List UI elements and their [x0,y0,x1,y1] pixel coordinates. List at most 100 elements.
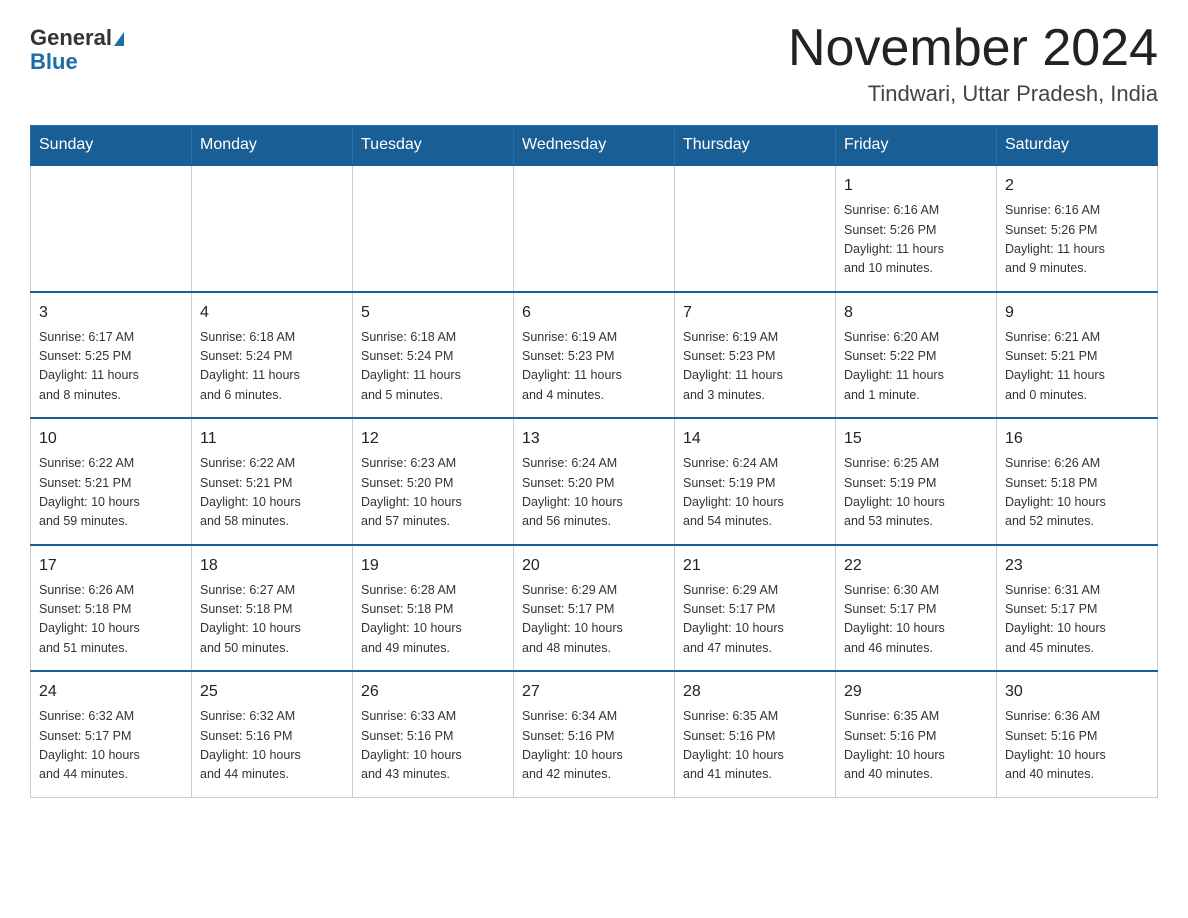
day-info: Sunrise: 6:19 AMSunset: 5:23 PMDaylight:… [522,328,666,406]
day-info: Sunrise: 6:32 AMSunset: 5:16 PMDaylight:… [200,707,344,785]
day-info: Sunrise: 6:28 AMSunset: 5:18 PMDaylight:… [361,581,505,659]
day-info: Sunrise: 6:31 AMSunset: 5:17 PMDaylight:… [1005,581,1149,659]
week-row-5: 24 Sunrise: 6:32 AMSunset: 5:17 PMDayligh… [31,671,1158,797]
day-info: Sunrise: 6:24 AMSunset: 5:19 PMDaylight:… [683,454,827,532]
day-info: Sunrise: 6:35 AMSunset: 5:16 PMDaylight:… [683,707,827,785]
page-header: General Blue November 2024 Tindwari, Utt… [30,20,1158,107]
location-title: Tindwari, Uttar Pradesh, India [788,81,1158,107]
day-info: Sunrise: 6:22 AMSunset: 5:21 PMDaylight:… [39,454,183,532]
header-friday: Friday [836,126,997,166]
header-sunday: Sunday [31,126,192,166]
day-info: Sunrise: 6:18 AMSunset: 5:24 PMDaylight:… [200,328,344,406]
day-info: Sunrise: 6:24 AMSunset: 5:20 PMDaylight:… [522,454,666,532]
day-info: Sunrise: 6:17 AMSunset: 5:25 PMDaylight:… [39,328,183,406]
day-cell: 30 Sunrise: 6:36 AMSunset: 5:16 PMDayligh… [997,671,1158,797]
logo-line1: General [30,26,124,50]
day-info: Sunrise: 6:20 AMSunset: 5:22 PMDaylight:… [844,328,988,406]
day-cell: 28 Sunrise: 6:35 AMSunset: 5:16 PMDayligh… [675,671,836,797]
day-cell: 3 Sunrise: 6:17 AMSunset: 5:25 PMDaylight… [31,292,192,419]
day-number: 26 [361,680,505,704]
day-info: Sunrise: 6:26 AMSunset: 5:18 PMDaylight:… [39,581,183,659]
day-cell [514,165,675,292]
day-number: 24 [39,680,183,704]
day-info: Sunrise: 6:16 AMSunset: 5:26 PMDaylight:… [1005,201,1149,279]
day-number: 12 [361,427,505,451]
header-saturday: Saturday [997,126,1158,166]
day-number: 4 [200,301,344,325]
day-cell: 13 Sunrise: 6:24 AMSunset: 5:20 PMDayligh… [514,418,675,545]
day-cell: 24 Sunrise: 6:32 AMSunset: 5:17 PMDayligh… [31,671,192,797]
calendar-table: Sunday Monday Tuesday Wednesday Thursday… [30,125,1158,798]
day-info: Sunrise: 6:18 AMSunset: 5:24 PMDaylight:… [361,328,505,406]
day-cell: 8 Sunrise: 6:20 AMSunset: 5:22 PMDaylight… [836,292,997,419]
week-row-4: 17 Sunrise: 6:26 AMSunset: 5:18 PMDayligh… [31,545,1158,672]
day-cell: 20 Sunrise: 6:29 AMSunset: 5:17 PMDayligh… [514,545,675,672]
day-cell: 27 Sunrise: 6:34 AMSunset: 5:16 PMDayligh… [514,671,675,797]
calendar-title-area: November 2024 Tindwari, Uttar Pradesh, I… [788,20,1158,107]
day-cell: 2 Sunrise: 6:16 AMSunset: 5:26 PMDaylight… [997,165,1158,292]
day-cell: 22Sunrise: 6:30 AMSunset: 5:17 PMDayligh… [836,545,997,672]
day-number: 8 [844,301,988,325]
day-number: 3 [39,301,183,325]
day-info: Sunrise: 6:23 AMSunset: 5:20 PMDaylight:… [361,454,505,532]
day-number: 23 [1005,554,1149,578]
day-cell: 15 Sunrise: 6:25 AMSunset: 5:19 PMDayligh… [836,418,997,545]
header-monday: Monday [192,126,353,166]
day-info: Sunrise: 6:29 AMSunset: 5:17 PMDaylight:… [683,581,827,659]
day-info: Sunrise: 6:16 AMSunset: 5:26 PMDaylight:… [844,201,988,279]
day-cell [192,165,353,292]
day-number: 18 [200,554,344,578]
day-cell: 14Sunrise: 6:24 AMSunset: 5:19 PMDayligh… [675,418,836,545]
day-number: 2 [1005,174,1149,198]
day-cell: 12 Sunrise: 6:23 AMSunset: 5:20 PMDayligh… [353,418,514,545]
week-row-3: 10 Sunrise: 6:22 AMSunset: 5:21 PMDayligh… [31,418,1158,545]
day-info: Sunrise: 6:34 AMSunset: 5:16 PMDaylight:… [522,707,666,785]
day-number: 17 [39,554,183,578]
day-number: 13 [522,427,666,451]
day-number: 19 [361,554,505,578]
day-cell [353,165,514,292]
day-cell: 26Sunrise: 6:33 AMSunset: 5:16 PMDayligh… [353,671,514,797]
day-cell: 4 Sunrise: 6:18 AMSunset: 5:24 PMDaylight… [192,292,353,419]
day-info: Sunrise: 6:35 AMSunset: 5:16 PMDaylight:… [844,707,988,785]
day-cell: 19 Sunrise: 6:28 AMSunset: 5:18 PMDayligh… [353,545,514,672]
day-info: Sunrise: 6:29 AMSunset: 5:17 PMDaylight:… [522,581,666,659]
day-number: 20 [522,554,666,578]
day-number: 9 [1005,301,1149,325]
day-info: Sunrise: 6:26 AMSunset: 5:18 PMDaylight:… [1005,454,1149,532]
day-number: 29 [844,680,988,704]
day-number: 28 [683,680,827,704]
day-number: 30 [1005,680,1149,704]
day-cell: 6 Sunrise: 6:19 AMSunset: 5:23 PMDaylight… [514,292,675,419]
day-cell [675,165,836,292]
day-cell: 25Sunrise: 6:32 AMSunset: 5:16 PMDayligh… [192,671,353,797]
day-info: Sunrise: 6:32 AMSunset: 5:17 PMDaylight:… [39,707,183,785]
day-number: 5 [361,301,505,325]
day-cell: 29 Sunrise: 6:35 AMSunset: 5:16 PMDayligh… [836,671,997,797]
day-info: Sunrise: 6:21 AMSunset: 5:21 PMDaylight:… [1005,328,1149,406]
day-cell: 18 Sunrise: 6:27 AMSunset: 5:18 PMDayligh… [192,545,353,672]
day-number: 21 [683,554,827,578]
day-number: 6 [522,301,666,325]
day-cell: 10 Sunrise: 6:22 AMSunset: 5:21 PMDayligh… [31,418,192,545]
day-cell: 17 Sunrise: 6:26 AMSunset: 5:18 PMDayligh… [31,545,192,672]
weekday-header-row: Sunday Monday Tuesday Wednesday Thursday… [31,126,1158,166]
logo-line2: Blue [30,50,78,74]
day-info: Sunrise: 6:25 AMSunset: 5:19 PMDaylight:… [844,454,988,532]
day-cell: 23 Sunrise: 6:31 AMSunset: 5:17 PMDayligh… [997,545,1158,672]
day-cell [31,165,192,292]
day-cell: 1 Sunrise: 6:16 AMSunset: 5:26 PMDaylight… [836,165,997,292]
day-number: 11 [200,427,344,451]
day-cell: 11Sunrise: 6:22 AMSunset: 5:21 PMDayligh… [192,418,353,545]
logo-triangle-icon [114,32,124,46]
day-info: Sunrise: 6:36 AMSunset: 5:16 PMDaylight:… [1005,707,1149,785]
day-cell: 9 Sunrise: 6:21 AMSunset: 5:21 PMDaylight… [997,292,1158,419]
week-row-1: 1 Sunrise: 6:16 AMSunset: 5:26 PMDaylight… [31,165,1158,292]
day-number: 15 [844,427,988,451]
day-number: 10 [39,427,183,451]
day-number: 27 [522,680,666,704]
day-number: 1 [844,174,988,198]
day-info: Sunrise: 6:30 AMSunset: 5:17 PMDaylight:… [844,581,988,659]
logo: General Blue [30,20,124,74]
day-info: Sunrise: 6:27 AMSunset: 5:18 PMDaylight:… [200,581,344,659]
